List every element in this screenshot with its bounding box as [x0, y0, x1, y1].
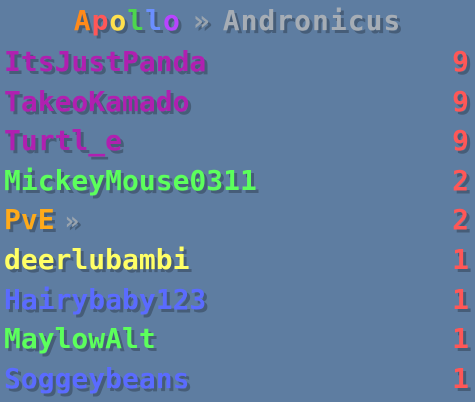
player-name-text: Turtl_e — [4, 124, 123, 158]
player-name: Turtl_e — [4, 124, 122, 157]
player-name-text: ItsJustPanda — [4, 45, 207, 78]
player-name: Hairybaby123 — [4, 283, 206, 316]
player-name-text: MickeyMouse0311 — [4, 163, 257, 197]
player-score: 9 — [452, 124, 469, 158]
player-score: 2 — [452, 163, 469, 197]
team-separator: » — [192, 3, 211, 37]
player-name: MickeyMouse0311 — [4, 164, 257, 197]
player-row: MickeyMouse0311 2 — [0, 160, 475, 200]
player-name: MaylowAlt — [4, 322, 156, 355]
player-name: Soggeybeans — [4, 362, 189, 395]
player-row: PvE » 2 — [0, 199, 475, 239]
player-name-text: TakeoKamado — [4, 84, 190, 118]
player-score: 1 — [452, 322, 469, 356]
player-name-text: Soggeybeans — [4, 361, 190, 395]
player-row: deerlubambi 1 — [0, 239, 475, 279]
player-row: Turtl_e 9 — [0, 120, 475, 160]
player-score: 2 — [452, 203, 469, 237]
scoreboard: Apollo » Andronicus ItsJustPanda 9 TakeoKa… — [0, 0, 475, 402]
player-row: Hairybaby123 1 — [0, 279, 475, 319]
player-name-text: PvE — [4, 203, 55, 237]
player-score: 1 — [452, 282, 469, 316]
scoreboard-header: Apollo » Andronicus — [0, 0, 475, 40]
team-left-label: Apollo — [73, 3, 181, 37]
player-name: ItsJustPanda — [4, 45, 206, 78]
player-name: deerlubambi — [4, 243, 189, 276]
player-name-text: Hairybaby123 — [4, 282, 207, 316]
player-name-text: deerlubambi — [4, 242, 190, 276]
player-name: TakeoKamado — [4, 85, 189, 118]
player-score: 9 — [452, 84, 469, 118]
player-score: 1 — [452, 361, 469, 395]
team-right-label: Andronicus — [222, 3, 402, 37]
player-row: ItsJustPanda 9 — [0, 41, 475, 81]
player-row: MaylowAlt 1 — [0, 318, 475, 358]
player-suffix: » — [64, 207, 80, 236]
player-list: ItsJustPanda 9 TakeoKamado 9 Turtl_e 9 MickeyM… — [0, 41, 475, 397]
player-score: 9 — [452, 45, 469, 78]
player-row: Soggeybeans 1 — [0, 358, 475, 398]
player-name: PvE » — [4, 203, 79, 236]
player-score: 1 — [452, 242, 469, 276]
player-name-text: MaylowAlt — [4, 322, 156, 356]
player-row: TakeoKamado 9 — [0, 81, 475, 121]
